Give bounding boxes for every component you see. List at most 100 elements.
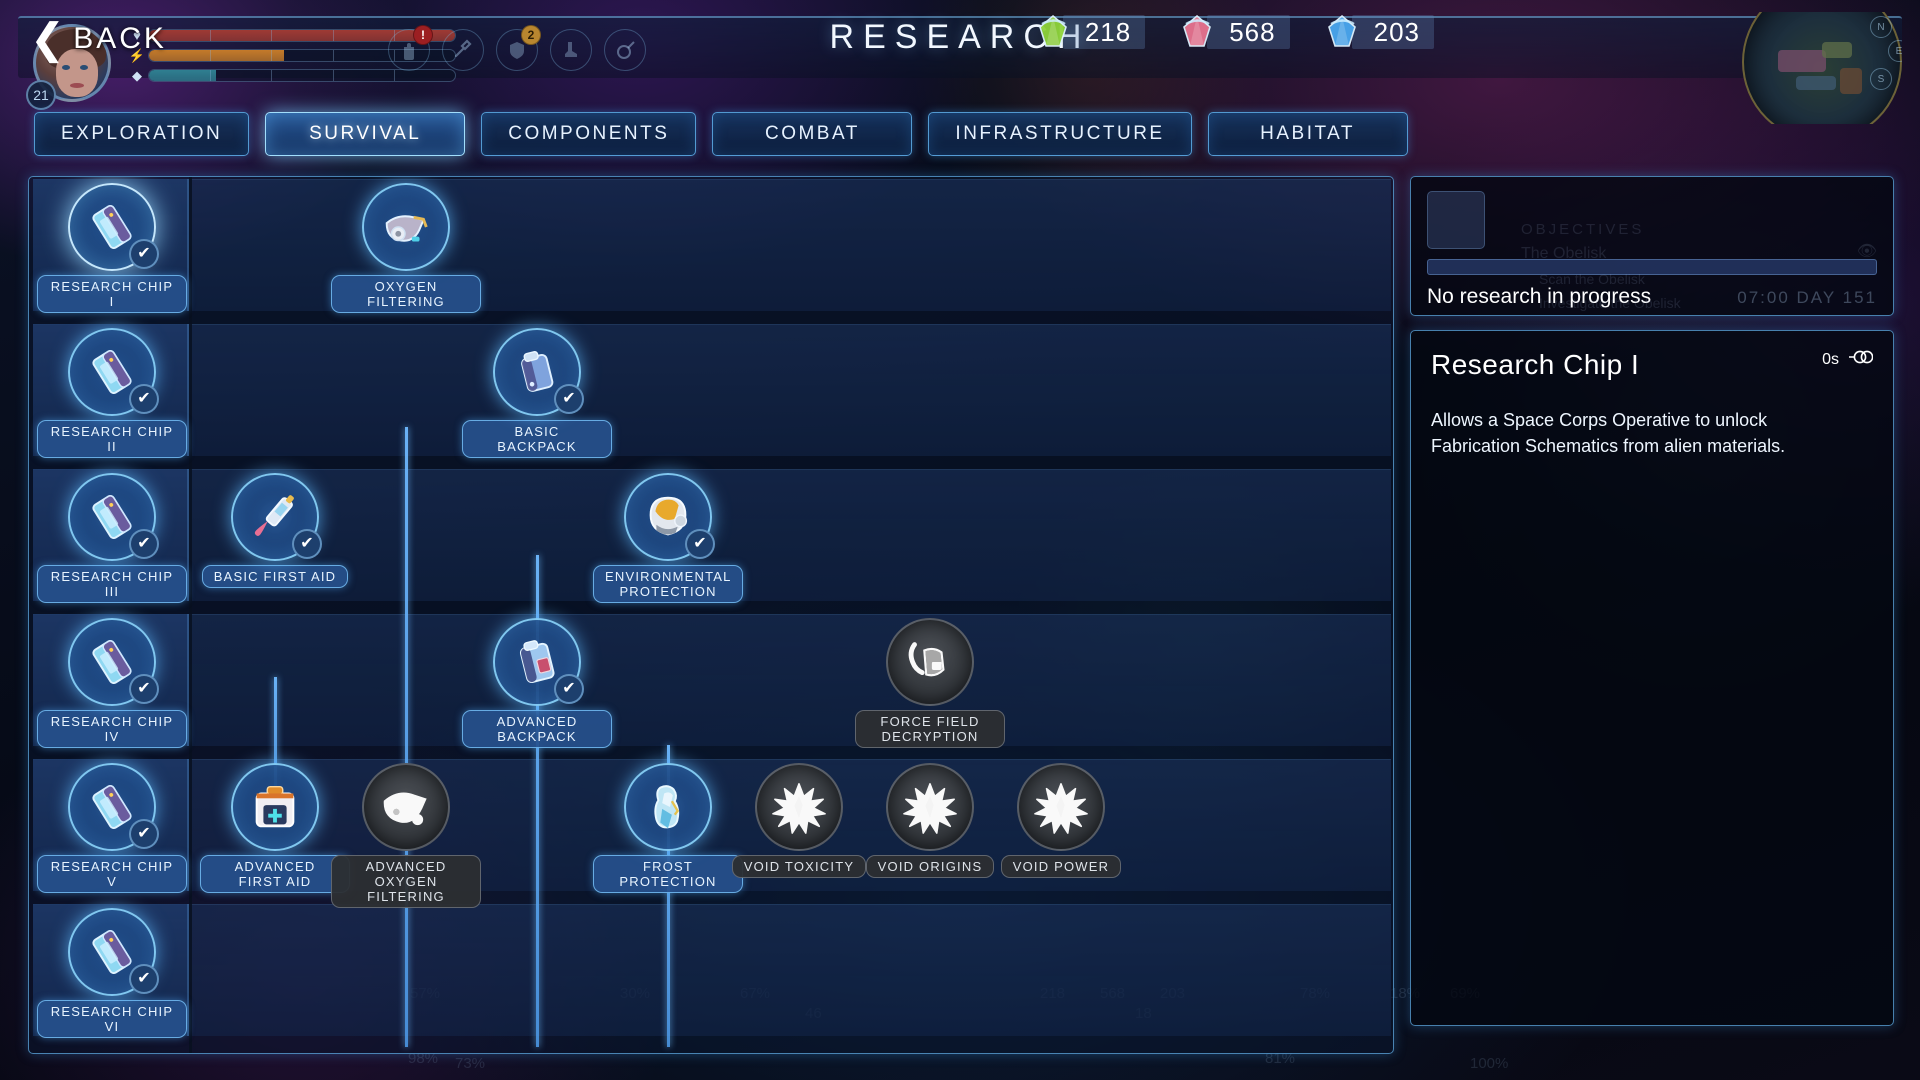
tab-combat[interactable]: COMBAT: [712, 112, 913, 156]
research-tree-canvas[interactable]: ✔ RESEARCH CHIP I ✔ RESEARCH CHIP II ✔ R…: [29, 177, 1393, 1053]
ghost-objectives-header: OBJECTIVES: [1521, 221, 1645, 238]
tech-node-label: ADVANCED FIRST AID: [200, 855, 350, 893]
tech-node-vtox[interactable]: VOID TOXICITY: [724, 763, 874, 878]
tab-infrastructure[interactable]: INFRASTRUCTURE: [928, 112, 1192, 156]
resource-amount: 568: [1229, 16, 1276, 47]
tech-node-circle: ✔: [231, 473, 322, 561]
tech-node-label: FROST PROTECTION: [593, 855, 743, 893]
tree-row: [33, 324, 1391, 456]
tech-node-circle: ✔: [493, 618, 584, 706]
tech-node-circle: ✔: [68, 763, 159, 851]
tech-node-circle: [755, 763, 843, 851]
tech-node-circle: ✔: [68, 473, 159, 561]
research-detail-title: Research Chip I: [1431, 349, 1640, 380]
tree-row: [33, 179, 1391, 311]
tree-column-divider: [189, 177, 192, 1053]
tech-node-label: ADVANCED OXYGEN FILTERING: [331, 855, 481, 908]
tech-node-art-void: [770, 778, 828, 836]
tech-node-afa[interactable]: ADVANCED FIRST AID: [200, 763, 350, 893]
tech-node-label: ADVANCED BACKPACK: [462, 710, 612, 748]
researched-check-icon: ✔: [129, 239, 159, 269]
tree-row: [33, 904, 1391, 1036]
tech-node-abp[interactable]: ✔ ADVANCED BACKPACK: [462, 618, 612, 748]
stat-bar-fill: [149, 69, 217, 81]
tech-node-bfa[interactable]: ✔ BASIC FIRST AID: [200, 473, 350, 588]
tech-node-label: VOID POWER: [1000, 855, 1122, 878]
tech-node-label: RESEARCH CHIP IV: [37, 710, 187, 748]
tech-node-art-mask: [377, 198, 435, 256]
tech-node-label: BASIC FIRST AID: [201, 565, 349, 588]
minimap[interactable]: N E S: [1742, 12, 1902, 124]
resource-amount: 203: [1373, 16, 1420, 47]
tech-node-aoxy[interactable]: ADVANCED OXYGEN FILTERING: [331, 763, 481, 908]
current-research-progress-bar: [1427, 259, 1877, 275]
researched-check-icon: ✔: [685, 529, 715, 559]
tech-node-circle: ✔: [493, 328, 584, 416]
tech-node-oxyf[interactable]: OXYGEN FILTERING: [331, 183, 481, 313]
researched-check-icon: ✔: [554, 674, 584, 704]
tech-node-label: RESEARCH CHIP III: [37, 565, 187, 603]
tech-node-label: RESEARCH CHIP V: [37, 855, 187, 893]
crystal-icon: [1322, 12, 1362, 52]
tech-node-ffd[interactable]: FORCE FIELD DECRYPTION: [855, 618, 1005, 748]
researched-check-icon: ✔: [129, 964, 159, 994]
tech-node-chip3[interactable]: ✔ RESEARCH CHIP III: [37, 473, 187, 603]
research-cost-group: 0s: [1822, 349, 1874, 370]
resource-organics: 568: [1177, 12, 1305, 52]
tech-node-envp[interactable]: ✔ ENVIRONMENTAL PROTECTION: [593, 473, 744, 603]
research-time-value: 0s: [1822, 350, 1839, 368]
tech-node-label: VOID TOXICITY: [731, 855, 867, 878]
character-level-badge: 21: [26, 80, 56, 110]
tech-node-circle: [886, 763, 974, 851]
tech-node-circle: ✔: [68, 908, 159, 996]
tech-node-circle: [1017, 763, 1105, 851]
tab-habitat[interactable]: HABITAT: [1207, 112, 1408, 156]
tech-node-vori[interactable]: VOID ORIGINS: [855, 763, 1005, 878]
research-detail-description: Allows a Space Corps Operative to unlock…: [1431, 410, 1786, 456]
tech-node-label: VOID ORIGINS: [865, 855, 995, 878]
tab-exploration[interactable]: EXPLORATION: [34, 112, 250, 156]
tech-node-chip5[interactable]: ✔ RESEARCH CHIP V: [37, 763, 187, 893]
tech-node-label: OXYGEN FILTERING: [331, 275, 481, 313]
tech-node-art-void: [901, 778, 959, 836]
tech-node-art-void: [1032, 778, 1090, 836]
tech-node-art-suit: [639, 778, 697, 836]
tech-node-label: RESEARCH CHIP VI: [37, 1000, 187, 1038]
tab-survival[interactable]: SURVIVAL: [265, 112, 466, 156]
category-tab-bar[interactable]: EXPLORATION SURVIVAL COMPONENTS COMBAT INFRA…: [34, 112, 1408, 156]
tech-node-circle: [362, 183, 450, 271]
tech-node-chip2[interactable]: ✔ RESEARCH CHIP II: [37, 328, 187, 458]
tech-node-circle: [231, 763, 319, 851]
current-research-thumbnail: [1427, 191, 1485, 249]
resource-amount-pill: 203: [1351, 15, 1434, 49]
organics-icon: [1177, 12, 1217, 52]
back-button[interactable]: ❮ BACK: [30, 18, 167, 60]
tech-node-frost[interactable]: FROST PROTECTION: [593, 763, 743, 893]
current-research-panel[interactable]: No research in progress 07:00 DAY 151 OB…: [1410, 176, 1894, 316]
tech-node-chip1[interactable]: ✔ RESEARCH CHIP I: [37, 183, 187, 313]
tech-node-vpow[interactable]: VOID POWER: [986, 763, 1136, 878]
current-research-status: No research in progress: [1427, 285, 1652, 308]
resource-counters: 218 568 203: [1033, 12, 1450, 52]
researched-check-icon: ✔: [129, 529, 159, 559]
resource-crystal: 203: [1322, 12, 1450, 52]
tab-components[interactable]: COMPONENTS: [481, 112, 697, 156]
tech-node-chip6[interactable]: ✔ RESEARCH CHIP VI: [37, 908, 187, 1038]
tech-node-chip4[interactable]: ✔ RESEARCH CHIP IV: [37, 618, 187, 748]
research-detail-panel: Research Chip I 0s Allows a Space Corps …: [1410, 330, 1894, 1026]
research-time-icon: [1847, 349, 1874, 370]
research-tree-panel[interactable]: ✔ RESEARCH CHIP I ✔ RESEARCH CHIP II ✔ R…: [28, 176, 1394, 1054]
tech-node-circle: ✔: [68, 183, 159, 271]
tech-node-circle: ✔: [68, 328, 159, 416]
page-title: RESEARCH: [829, 18, 1091, 56]
resource-amount-pill: 568: [1207, 15, 1290, 49]
tech-node-circle: [362, 763, 450, 851]
researched-check-icon: ✔: [554, 384, 584, 414]
tech-node-circle: ✔: [624, 473, 715, 561]
tech-node-bbp[interactable]: ✔ BASIC BACKPACK: [462, 328, 612, 458]
compass-s-icon: S: [1870, 68, 1892, 90]
game-clock: 07:00 DAY 151: [1737, 288, 1877, 307]
tech-node-circle: ✔: [68, 618, 159, 706]
compass-n-icon: N: [1870, 16, 1892, 38]
tech-node-label: RESEARCH CHIP II: [37, 420, 187, 458]
